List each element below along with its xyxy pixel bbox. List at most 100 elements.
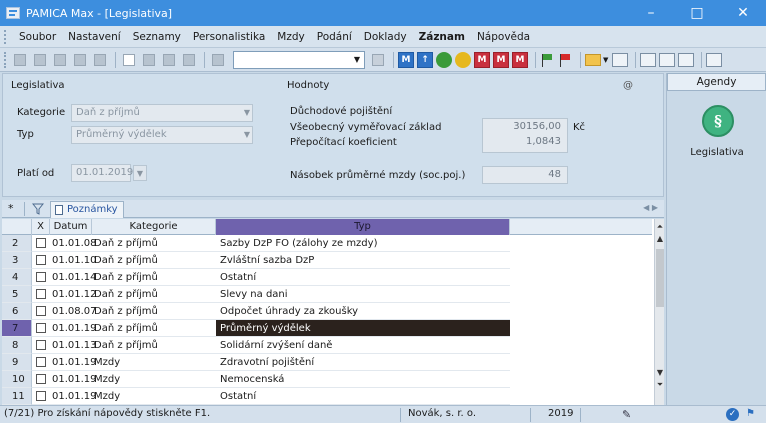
chevron-down-icon: ▼ [243,108,250,117]
toolbar-copy-record-button[interactable] [209,51,227,69]
row-number: 2 [2,235,32,252]
filter-icon[interactable] [32,203,44,215]
toolbar-m-button-2[interactable]: M [474,51,490,68]
table-row[interactable]: 7 01.01.19 Daň z příjmů Průměrný výdělek [2,320,652,337]
row-checkbox[interactable] [36,306,46,316]
table-row[interactable]: 3 01.01.10 Daň z příjmů Zvláštní sazba DzP [2,252,652,269]
table-row[interactable]: 2 01.01.08 Daň z příjmů Sazby DzP FO (záloh… [2,235,652,252]
folder-icon[interactable] [585,53,601,66]
toolbar-green-button[interactable] [436,51,452,68]
table-row[interactable]: 11 01.01.19 Mzdy Ostatní [2,388,652,405]
toolbar-paste-button[interactable] [51,51,69,69]
agenda-panel: Agendy § Legislativa [666,73,766,405]
menu-zaznam[interactable]: Záznam [413,31,471,43]
check-icon[interactable]: ✓ [726,408,739,421]
detail-form: Legislativa Hodnoty @ Kategorie Daň z př… [2,73,664,197]
hodnoty-values-field[interactable]: 30156,00 1,0843 [482,118,568,153]
menu-podani[interactable]: Podání [311,31,358,43]
duchodove-label: Důchodové pojištění [290,106,393,117]
toolbar-new-button[interactable] [120,51,138,69]
toolbar-save-all-button[interactable] [160,51,178,69]
red-flag-icon[interactable] [558,53,572,67]
green-flag-icon[interactable] [540,53,554,67]
row-checkbox[interactable] [36,357,46,367]
cell-typ: Průměrný výdělek [216,320,510,337]
table-row[interactable]: 5 01.01.12 Daň z příjmů Slevy na dani [2,286,652,303]
flag-icon[interactable]: ⚑ [746,408,755,419]
calendar-icon[interactable] [612,52,629,67]
table-row[interactable]: 4 01.01.14 Daň z příjmů Ostatní [2,269,652,286]
row-checkbox[interactable] [36,374,46,384]
chevron-down-icon[interactable]: ▼ [603,56,608,64]
toolbar-separator [204,51,205,68]
window-icon[interactable] [659,52,676,67]
table-row[interactable]: 6 01.08.07 Daň z příjmů Odpočet úhrady za z… [2,303,652,320]
row-checkbox[interactable] [36,272,46,282]
toolbar-copy-button[interactable] [31,51,49,69]
row-checkbox[interactable] [36,255,46,265]
all-records-tab[interactable]: * [8,202,14,215]
chevron-down-icon: ▼ [243,130,250,139]
list-icon[interactable] [678,52,695,67]
date-picker-button[interactable]: ▼ [133,165,147,181]
row-checkbox[interactable] [36,391,46,401]
minimize-button[interactable]: – [628,0,674,26]
row-checkbox-cell [32,354,50,371]
toolbar-m-button-1[interactable]: M [398,51,414,68]
toolbar-print-button[interactable] [71,51,89,69]
help-icon[interactable] [706,52,723,67]
cell-datum: 01.01.19 [50,354,97,371]
agenda-item-legislativa[interactable]: Legislativa [667,147,766,158]
toolbar-delete-button[interactable] [180,51,198,69]
maximize-button[interactable]: □ [674,0,720,26]
menu-nastaveni[interactable]: Nastavení [62,31,127,43]
row-checkbox[interactable] [36,289,46,299]
header-datum[interactable]: Datum [50,219,92,235]
tab-nav-arrows[interactable]: ◀ ▶ [643,203,658,212]
menu-doklady[interactable]: Doklady [358,31,413,43]
scroll-top-icon[interactable]: ⏶ [655,221,664,233]
table-row[interactable]: 8 01.01.13 Daň z příjmů Solidární zvýšení d… [2,337,652,354]
kategorie-select[interactable]: Daň z příjmů ▼ [71,104,253,122]
row-checkbox[interactable] [36,323,46,333]
nasobek-value: 48 [548,169,561,180]
menu-napoveda[interactable]: Nápověda [471,31,536,43]
toolbar-save-button[interactable] [140,51,158,69]
menu-seznamy[interactable]: Seznamy [127,31,187,43]
scroll-bottom-icon[interactable]: ⏷ [655,379,664,391]
pen-icon[interactable]: ✎ [622,408,631,421]
at-icon[interactable]: @ [623,80,633,91]
toolbar-m-button-3[interactable]: M [493,51,509,68]
menu-personalistika[interactable]: Personalistika [187,31,271,43]
typ-select[interactable]: Průměrný výdělek ▼ [71,126,253,144]
toolbar-undo-button[interactable] [91,51,109,69]
header-x[interactable]: X [32,219,50,235]
toolbar-search-combo[interactable]: ▼ [233,50,365,69]
plati-od-field[interactable]: 01.01.2019 [71,164,133,182]
legislativa-icon[interactable]: § [702,105,734,137]
row-checkbox[interactable] [36,340,46,350]
row-number: 6 [2,303,32,320]
toolbar-filter-button[interactable] [369,51,387,69]
close-button[interactable]: ✕ [720,0,766,26]
toolbar-m-button-4[interactable]: M [512,51,528,68]
message-icon[interactable] [640,52,657,67]
tab-poznamky[interactable]: Poznámky [50,201,124,218]
menu-soubor[interactable]: Soubor [13,31,62,43]
header-typ[interactable]: Typ [216,219,510,235]
menu-mzdy[interactable]: Mzdy [271,31,310,43]
nasobek-field[interactable]: 48 [482,166,568,184]
toolbar-edit-button[interactable] [11,51,29,69]
cell-kategorie: Daň z příjmů [92,235,216,252]
vertical-scrollbar[interactable]: ⏶ ▲ ▼ ⏷ [654,219,664,405]
row-checkbox[interactable] [36,238,46,248]
header-kategorie[interactable]: Kategorie [92,219,216,235]
toolbar-up-button[interactable]: ↑ [417,51,433,68]
scroll-up-icon[interactable]: ▲ [655,233,664,245]
scroll-down-icon[interactable]: ▼ [655,367,664,379]
table-row[interactable]: 10 01.01.19 Mzdy Nemocenská [2,371,652,388]
agenda-header[interactable]: Agendy [667,73,766,91]
table-row[interactable]: 9 01.01.19 Mzdy Zdravotní pojištění [2,354,652,371]
scroll-thumb[interactable] [656,249,664,307]
toolbar-yellow-button[interactable] [455,51,471,68]
